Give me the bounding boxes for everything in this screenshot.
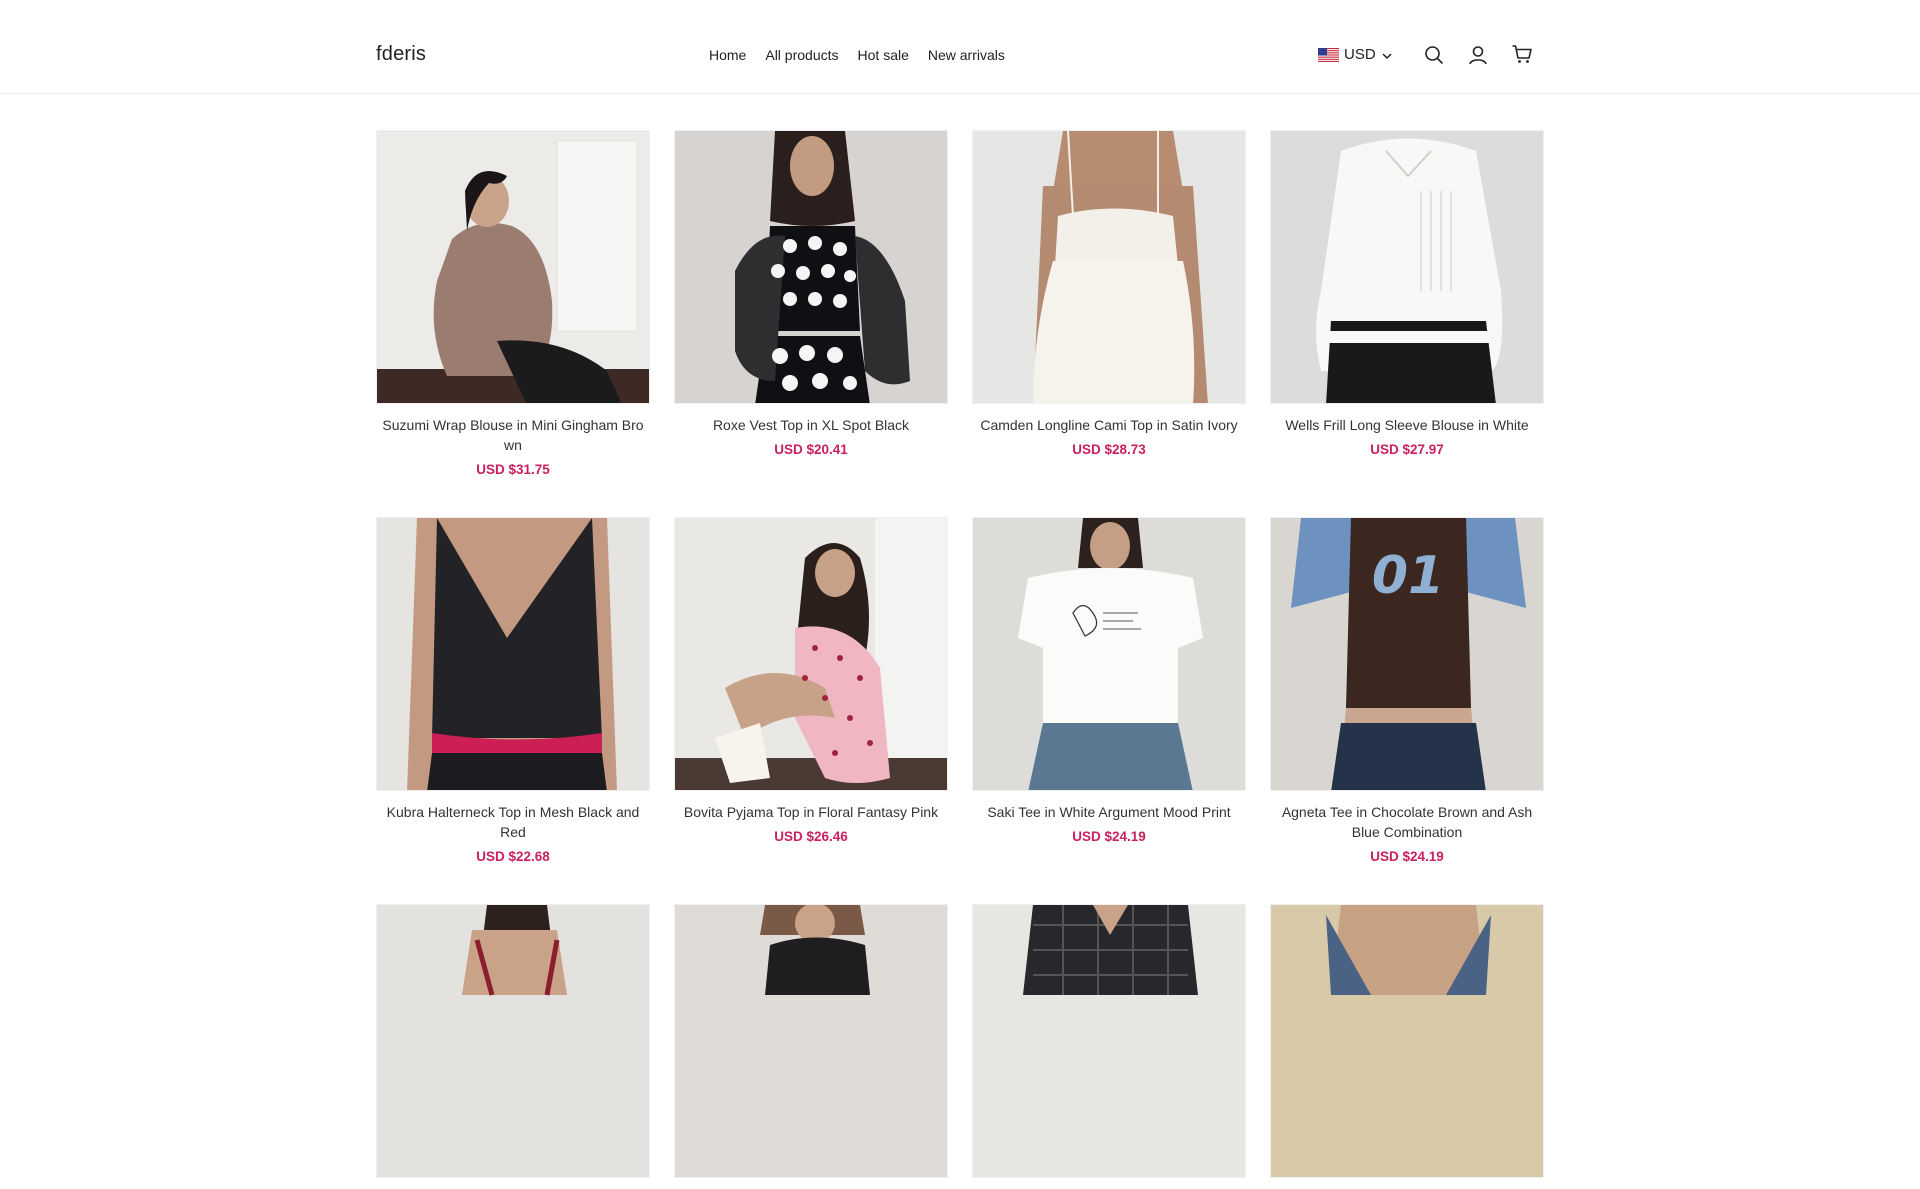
cart-icon[interactable] — [1511, 43, 1533, 65]
product-image[interactable] — [376, 904, 650, 1178]
site-header: fderis Home All products Hot sale New ar… — [0, 0, 1920, 94]
product-image[interactable] — [376, 130, 650, 404]
product-image[interactable] — [674, 517, 948, 791]
product-card[interactable]: Wells Frill Long Sleeve Blouse in White … — [1270, 130, 1544, 457]
currency-label: USD — [1344, 46, 1376, 63]
nav-all-products[interactable]: All products — [765, 47, 838, 63]
product-title[interactable]: Bovita Pyjama Top in Floral Fantasy Pink — [674, 802, 948, 822]
product-card[interactable] — [972, 904, 1246, 1189]
product-price: USD $31.75 — [476, 462, 550, 477]
product-price: USD $24.19 — [1370, 849, 1444, 864]
product-card[interactable]: Suzumi Wrap Blouse in Mini Gingham Brown… — [376, 130, 650, 477]
product-price: USD $22.68 — [476, 849, 550, 864]
product-image[interactable] — [1270, 130, 1544, 404]
product-title[interactable]: Suzumi Wrap Blouse in Mini Gingham Brown — [376, 415, 650, 455]
nav-home[interactable]: Home — [709, 47, 746, 63]
product-card[interactable]: Roxe Vest Top in XL Spot Black USD $20.4… — [674, 130, 948, 457]
product-title[interactable]: Roxe Vest Top in XL Spot Black — [674, 415, 948, 435]
product-price: USD $26.46 — [774, 829, 848, 844]
product-image[interactable] — [674, 904, 948, 1178]
product-card[interactable]: 01 Agneta Tee in Chocolate Brown and Ash… — [1270, 517, 1544, 864]
product-price: USD $24.19 — [1072, 829, 1146, 844]
main-nav: Home All products Hot sale New arrivals — [709, 47, 1005, 63]
nav-new-arrivals[interactable]: New arrivals — [928, 47, 1005, 63]
product-image[interactable] — [972, 517, 1246, 791]
nav-hot-sale[interactable]: Hot sale — [858, 47, 909, 63]
us-flag-icon — [1318, 47, 1339, 62]
product-card[interactable]: Camden Longline Cami Top in Satin Ivory … — [972, 130, 1246, 457]
product-card[interactable] — [674, 904, 948, 1189]
product-image[interactable] — [376, 517, 650, 791]
product-title[interactable]: Agneta Tee in Chocolate Brown and Ash Bl… — [1270, 802, 1544, 842]
product-image[interactable]: 01 — [1270, 517, 1544, 791]
product-card[interactable] — [376, 904, 650, 1189]
product-title[interactable]: Kubra Halterneck Top in Mesh Black and R… — [376, 802, 650, 842]
product-title[interactable]: Saki Tee in White Argument Mood Print — [972, 802, 1246, 822]
product-price: USD $28.73 — [1072, 442, 1146, 457]
search-icon[interactable] — [1423, 44, 1445, 66]
svg-text:01: 01 — [1372, 546, 1444, 606]
product-card[interactable]: Bovita Pyjama Top in Floral Fantasy Pink… — [674, 517, 948, 844]
account-icon[interactable] — [1467, 44, 1489, 66]
product-title[interactable]: Camden Longline Cami Top in Satin Ivory — [972, 415, 1246, 435]
product-card[interactable] — [1270, 904, 1544, 1189]
product-price: USD $27.97 — [1370, 442, 1444, 457]
product-image[interactable] — [1270, 904, 1544, 1178]
site-logo[interactable]: fderis — [376, 43, 426, 66]
chevron-down-icon — [1381, 49, 1393, 61]
product-price: USD $20.41 — [774, 442, 848, 457]
product-image[interactable] — [674, 130, 948, 404]
currency-selector[interactable]: USD — [1318, 46, 1393, 63]
product-title[interactable]: Wells Frill Long Sleeve Blouse in White — [1270, 415, 1544, 435]
product-card[interactable]: Saki Tee in White Argument Mood Print US… — [972, 517, 1246, 844]
product-card[interactable]: Kubra Halterneck Top in Mesh Black and R… — [376, 517, 650, 864]
product-image[interactable] — [972, 130, 1246, 404]
product-image[interactable] — [972, 904, 1246, 1178]
